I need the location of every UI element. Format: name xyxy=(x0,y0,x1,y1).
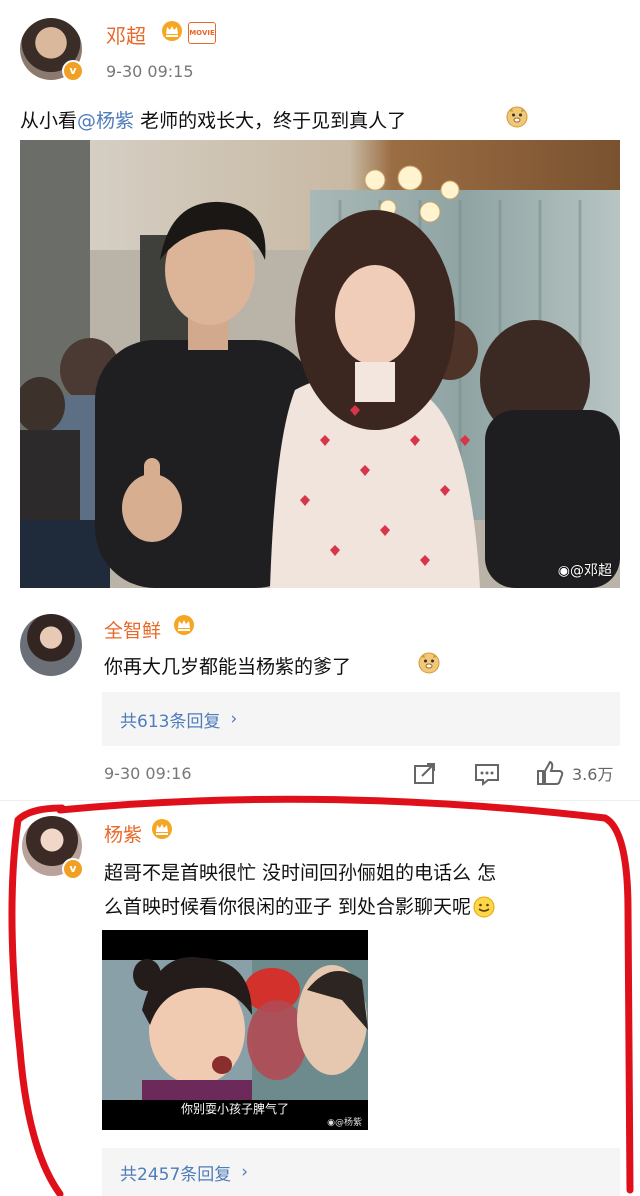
photo-watermark: ◉@邓超 xyxy=(558,560,612,580)
view-replies-button[interactable]: 共2457条回复 › xyxy=(102,1148,620,1196)
comment-text-line: 么首映时候看你很闲的亚子 到处合影聊天呢 xyxy=(104,896,472,918)
post-time: 9-30 09:15 xyxy=(106,62,194,81)
weibo-logo-icon: ◉ xyxy=(327,1118,335,1128)
smile-emoji-icon xyxy=(473,896,495,918)
thumbs-up-icon xyxy=(537,760,564,785)
like-button[interactable]: 3.6万 xyxy=(536,760,613,786)
replies-label: 共2457条回复 xyxy=(120,1164,232,1185)
commenter-name[interactable]: 杨紫 xyxy=(104,820,142,847)
comment-time: 9-30 09:16 xyxy=(104,764,192,783)
post-text-before: 从小看 xyxy=(20,110,78,132)
author-name[interactable]: 邓超 xyxy=(106,20,146,49)
comment-text: 你再大几岁都能当杨紫的爹了 xyxy=(104,652,351,679)
crown-vip-icon xyxy=(152,819,172,839)
doge-emoji-icon xyxy=(506,106,528,128)
comment-icon[interactable] xyxy=(474,762,500,786)
mention-link[interactable]: @杨紫 xyxy=(77,110,134,132)
post-text-after: 老师的戏长大，终于见到真人了 xyxy=(134,110,407,132)
post-text: 从小看@杨紫 老师的戏长大，终于见到真人了 xyxy=(20,106,406,133)
like-count: 3.6万 xyxy=(572,765,614,784)
movie-badge-label: MOVIE xyxy=(189,29,215,37)
comment-text-content: 你再大几岁都能当杨紫的爹了 xyxy=(104,656,352,678)
divider xyxy=(0,800,640,801)
gif-watermark-text: @杨紫 xyxy=(334,1118,362,1128)
commenter-avatar[interactable] xyxy=(20,614,82,676)
movie-badge-icon: MOVIE xyxy=(188,22,216,44)
chevron-right-icon: › xyxy=(241,1162,249,1182)
crown-vip-icon xyxy=(174,615,194,635)
comment-gif-image[interactable]: 你别耍小孩子脾气了 ◉@杨紫 xyxy=(102,930,368,1130)
view-replies-button[interactable]: 共613条回复 › xyxy=(102,692,620,746)
replies-label: 共613条回复 xyxy=(120,711,221,732)
gif-watermark: ◉@杨紫 xyxy=(327,1115,362,1128)
verified-icon: v xyxy=(62,60,84,82)
chevron-right-icon: › xyxy=(230,709,238,729)
crown-vip-icon xyxy=(162,21,182,41)
post-photo[interactable]: ◉@邓超 xyxy=(20,140,620,588)
verified-icon: v xyxy=(62,858,84,880)
comment-text: 超哥不是首映很忙 没时间回孙俪姐的电话么 怎 么首映时候看你很闲的亚子 到处合影… xyxy=(104,856,614,924)
share-icon[interactable] xyxy=(412,762,438,786)
weibo-logo-icon: ◉ xyxy=(557,563,570,579)
doge-emoji-icon xyxy=(418,652,440,674)
commenter-name[interactable]: 全智鲜 xyxy=(104,616,161,643)
comment-text-line: 超哥不是首映很忙 没时间回孙俪姐的电话么 怎 xyxy=(104,862,497,884)
photo-watermark-text: @邓超 xyxy=(570,563,612,579)
